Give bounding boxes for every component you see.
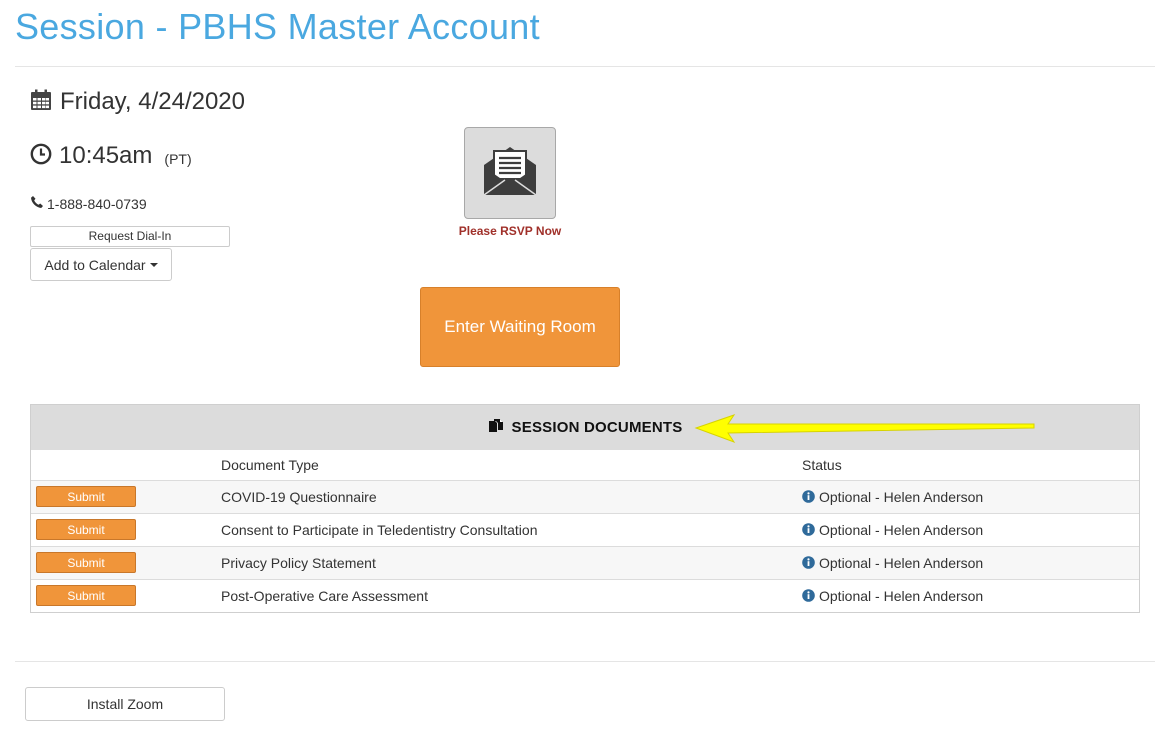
- bottom-divider: [15, 661, 1155, 662]
- submit-button[interactable]: Submit: [36, 585, 136, 607]
- phone-icon: [30, 195, 44, 212]
- submit-button[interactable]: Submit: [36, 552, 136, 573]
- submit-button[interactable]: Submit: [36, 486, 136, 507]
- document-type: Post-Operative Care Assessment: [221, 587, 428, 604]
- document-type-column-header: Document Type: [221, 450, 802, 481]
- documents-table: Document Type Status Submit COVID-19 Que…: [31, 450, 1139, 612]
- request-dial-in-button[interactable]: Request Dial-In: [30, 226, 230, 247]
- documents-table-header: Document Type Status: [31, 450, 1139, 481]
- rsvp-button[interactable]: [464, 127, 556, 219]
- caret-down-icon: [149, 262, 158, 267]
- session-documents-title: SESSION DOCUMENTS: [511, 419, 683, 436]
- top-divider: [15, 66, 1155, 67]
- document-status: Optional - Helen Anderson: [819, 521, 984, 538]
- info-icon: [802, 589, 815, 603]
- document-type: COVID-19 Questionnaire: [221, 480, 802, 514]
- document-type: Consent to Participate in Teledentistry …: [221, 513, 802, 547]
- session-time-text: 10:45am: [59, 142, 153, 169]
- table-row: Submit Consent to Participate in Teleden…: [31, 513, 1139, 547]
- submit-button[interactable]: Submit: [36, 519, 136, 540]
- session-date: Friday, 4/24/2020: [30, 88, 245, 116]
- phone-number: 1-888-840-0739: [47, 195, 147, 212]
- table-row: Submit COVID-19 Questionnaire Optional -…: [31, 480, 1139, 514]
- documents-icon: [488, 418, 504, 438]
- info-icon: [802, 523, 815, 536]
- session-date-text: Friday, 4/24/2020: [60, 88, 246, 115]
- add-to-calendar-label: Add to Calendar: [44, 256, 146, 273]
- dial-in-phone: 1-888-840-0739: [30, 195, 147, 212]
- page-title: Session - PBHS Master Account: [15, 6, 540, 47]
- action-column-header: [31, 450, 221, 481]
- install-zoom-button[interactable]: Install Zoom: [25, 687, 225, 721]
- table-row: Submit Privacy Policy Statement Optional…: [31, 546, 1139, 580]
- add-to-calendar-dropdown[interactable]: Add to Calendar: [30, 248, 172, 281]
- info-icon: [802, 490, 815, 503]
- table-row: Submit Post-Operative Care Assessment Op…: [31, 579, 1139, 612]
- arrow-icon: [694, 414, 1035, 443]
- session-timezone: (PT): [164, 151, 192, 167]
- rsvp-label[interactable]: Please RSVP Now: [440, 224, 580, 238]
- document-type: Privacy Policy Statement: [221, 546, 802, 580]
- clock-icon: [30, 143, 52, 170]
- enter-waiting-room-button[interactable]: Enter Waiting Room: [420, 287, 620, 367]
- calendar-icon: [30, 89, 52, 116]
- document-status: Optional - Helen Anderson: [819, 488, 984, 505]
- document-status: Optional - Helen Anderson: [819, 554, 984, 571]
- session-time: 10:45am (PT): [30, 142, 192, 170]
- info-icon: [802, 556, 815, 569]
- envelope-icon: [482, 145, 538, 202]
- document-status: Optional - Helen Anderson: [819, 587, 984, 604]
- status-column-header: Status: [802, 450, 1139, 481]
